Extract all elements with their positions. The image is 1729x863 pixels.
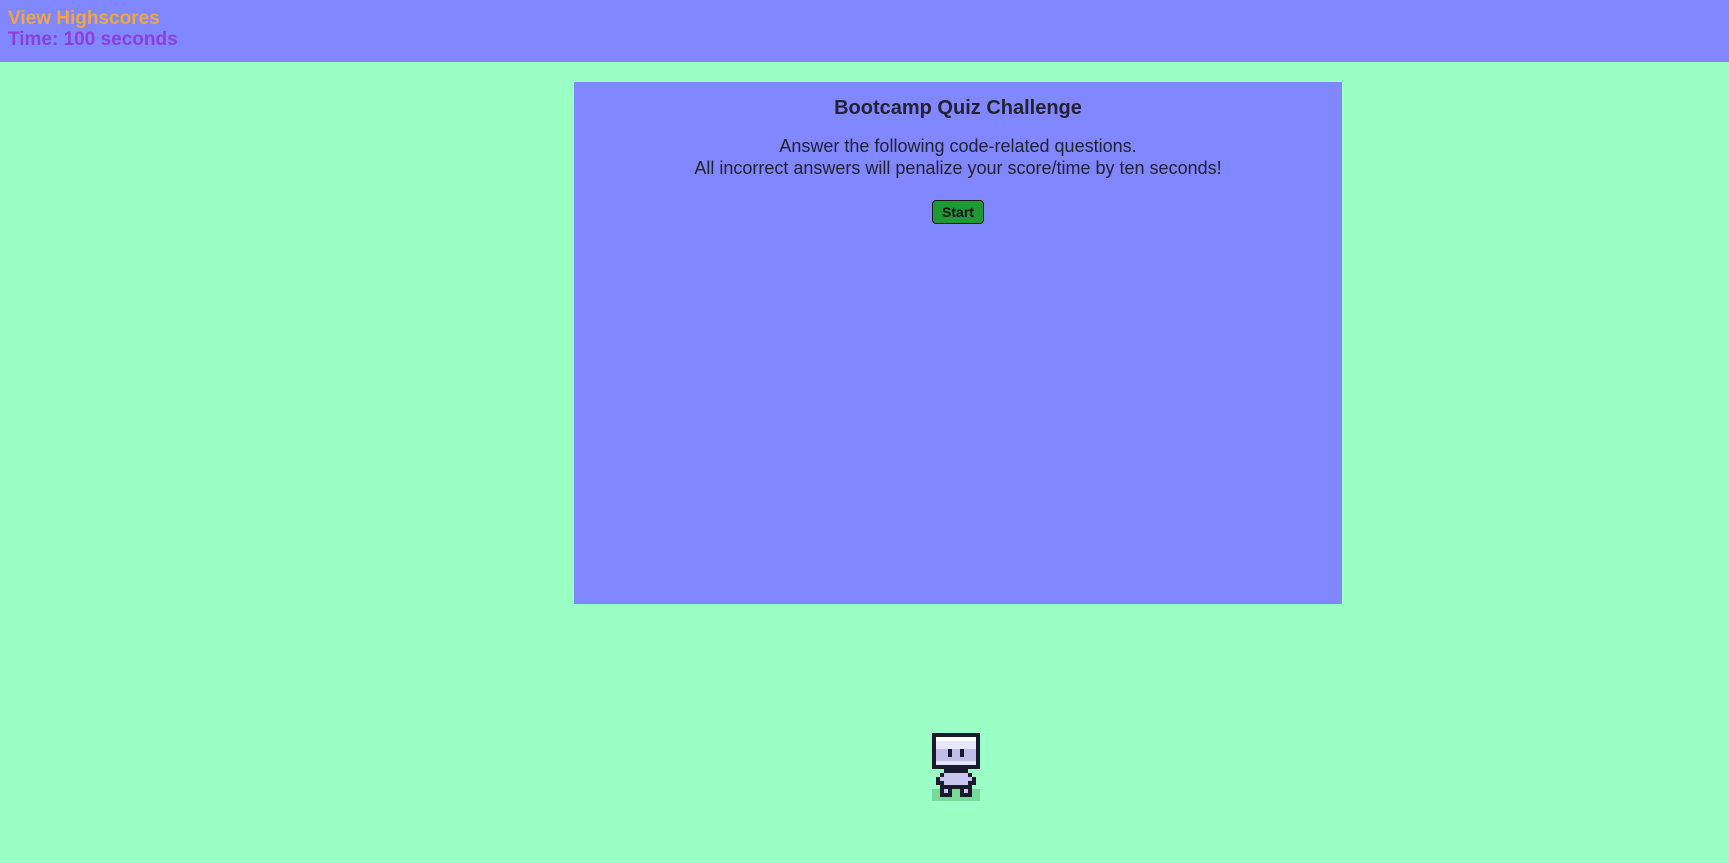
view-highscores-link[interactable]: View Highscores bbox=[8, 8, 160, 30]
start-button[interactable]: Start bbox=[932, 200, 984, 224]
timer-display: Time: 100 seconds bbox=[8, 29, 178, 50]
quiz-title: Bootcamp Quiz Challenge bbox=[834, 97, 1082, 119]
quiz-description-line-2: All incorrect answers will penalize your… bbox=[694, 158, 1222, 178]
quiz-description: Answer the following code-related questi… bbox=[574, 135, 1342, 179]
quiz-description-line-1: Answer the following code-related questi… bbox=[779, 136, 1137, 156]
top-bar: View Highscores Time: 100 seconds bbox=[0, 0, 1729, 62]
quiz-panel: Bootcamp Quiz Challenge Answer the follo… bbox=[574, 82, 1342, 604]
robot-character-icon bbox=[932, 733, 980, 801]
